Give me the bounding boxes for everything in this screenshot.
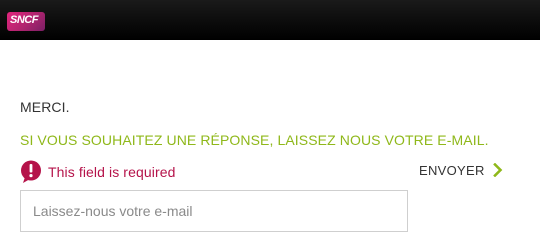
send-label: ENVOYER bbox=[419, 162, 485, 178]
page: SNCF MERCI. SI VOUS SOUHAITEZ UNE RÉPONS… bbox=[0, 0, 540, 243]
logo-text: SNCF bbox=[10, 14, 38, 26]
email-input[interactable] bbox=[20, 190, 408, 232]
email-prompt: SI VOUS SOUHAITEZ UNE RÉPONSE, LAISSEZ N… bbox=[20, 132, 489, 148]
validation-error: This field is required bbox=[20, 160, 175, 184]
header-bar: SNCF bbox=[0, 0, 540, 40]
chevron-right-icon bbox=[492, 162, 503, 178]
error-message: This field is required bbox=[48, 164, 176, 180]
send-button[interactable]: ENVOYER bbox=[419, 160, 503, 180]
exclamation-bubble-icon bbox=[20, 160, 42, 184]
thanks-message: MERCI. bbox=[20, 99, 70, 115]
sncf-logo[interactable]: SNCF bbox=[7, 12, 45, 31]
